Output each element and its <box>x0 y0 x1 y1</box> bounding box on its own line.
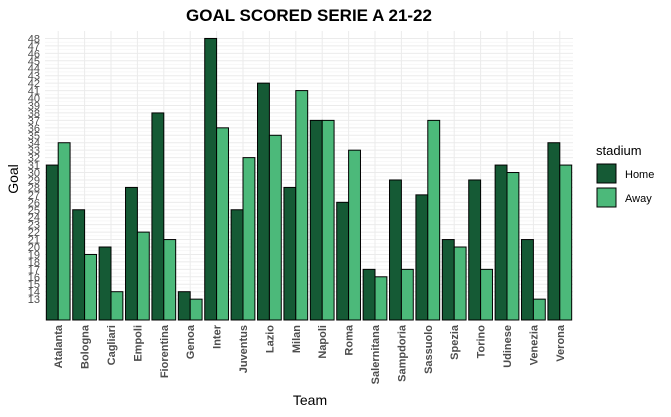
bar-away-cagliari <box>110 291 124 321</box>
bar-home-empoli <box>125 186 138 321</box>
x-tick-label: Fiorentina <box>159 324 171 378</box>
legend: stadium Home Away <box>596 143 654 208</box>
bar-away-venezia <box>532 298 546 321</box>
x-tick-label: Juventus <box>238 325 250 373</box>
bar-away-lazio <box>268 134 282 321</box>
chart-title: GOAL SCORED SERIE A 21-22 <box>186 6 432 25</box>
bar-away-bologna <box>84 253 97 321</box>
bar-home-spezia <box>441 239 455 321</box>
bar-away-spezia <box>453 246 467 321</box>
bar-away-torino <box>480 268 493 321</box>
bar-home-sassuolo <box>415 194 429 321</box>
bar-away-salernitana <box>374 276 388 321</box>
bar-away-genoa <box>189 298 203 321</box>
grid <box>45 31 573 320</box>
bar-home-lazio <box>257 82 270 321</box>
bar-home-venezia <box>521 239 534 321</box>
x-tick-label: Empoli <box>132 325 144 362</box>
bar-home-roma <box>336 201 350 321</box>
x-tick-label: Salernitana <box>370 324 382 384</box>
x-axis-ticks: Atalanta Bologna Cagliari Empoli Fiorentina G… <box>53 324 567 384</box>
x-tick-label: Verona <box>555 324 567 362</box>
x-tick-label: Atalanta <box>53 324 65 368</box>
bar-away-roma <box>348 149 361 321</box>
goal-chart: GOAL SCORED SERIE A 21-22 13141516171819… <box>5 6 654 408</box>
x-tick-label: Spezia <box>449 324 461 360</box>
x-tick-label: Bologna <box>80 324 92 369</box>
y-axis-ticks: 1314151617181920212223242526272829303132… <box>28 33 40 306</box>
x-tick-label: Cagliari <box>106 325 118 365</box>
bar-away-napoli <box>321 119 335 321</box>
bars <box>45 37 573 321</box>
bar-home-cagliari <box>98 246 112 321</box>
bar-away-milan <box>295 90 309 321</box>
bar-home-bologna <box>72 209 86 321</box>
bar-away-empoli <box>136 231 150 321</box>
x-tick-label: Venezia <box>528 324 540 365</box>
x-axis-title: Team <box>293 392 327 408</box>
legend-label-away: Away <box>625 193 652 205</box>
x-tick-label: Lazio <box>264 325 276 353</box>
x-tick-label: Genoa <box>185 324 197 359</box>
bar-home-atalanta <box>45 164 59 321</box>
bar-away-inter <box>216 127 229 321</box>
x-tick-label: Roma <box>344 324 356 355</box>
x-tick-label: Udinese <box>502 325 514 368</box>
bar-home-torino <box>468 179 482 321</box>
bar-home-sampdoria <box>389 179 402 321</box>
y-axis-title: Goal <box>5 164 21 194</box>
x-tick-label: Torino <box>476 325 488 359</box>
legend-title: stadium <box>596 143 642 158</box>
bar-away-sampdoria <box>400 268 414 321</box>
bar-home-salernitana <box>362 268 376 321</box>
bar-away-verona <box>559 164 573 321</box>
bar-home-inter <box>204 37 218 321</box>
bar-home-juventus <box>230 209 244 321</box>
legend-label-home: Home <box>625 169 654 181</box>
bar-home-genoa <box>177 291 191 321</box>
bar-home-fiorentina <box>151 112 165 321</box>
legend-key-away <box>596 187 617 208</box>
bar-home-milan <box>283 186 297 321</box>
bar-away-juventus <box>242 157 256 321</box>
x-tick-label: Napoli <box>317 325 329 359</box>
bar-home-verona <box>547 142 561 321</box>
bar-home-napoli <box>309 119 323 321</box>
bar-home-udinese <box>494 164 508 321</box>
bar-away-sassuolo <box>427 119 441 321</box>
bar-away-fiorentina <box>163 239 177 321</box>
x-tick-label: Sassuolo <box>423 325 435 374</box>
bar-away-atalanta <box>57 142 71 321</box>
x-tick-label: Inter <box>212 324 224 349</box>
legend-key-home <box>596 163 617 184</box>
bar-away-udinese <box>506 172 520 321</box>
x-tick-label: Sampdoria <box>396 324 408 382</box>
x-tick-label: Milan <box>291 325 303 353</box>
y-tick-label: 48 <box>28 33 40 45</box>
